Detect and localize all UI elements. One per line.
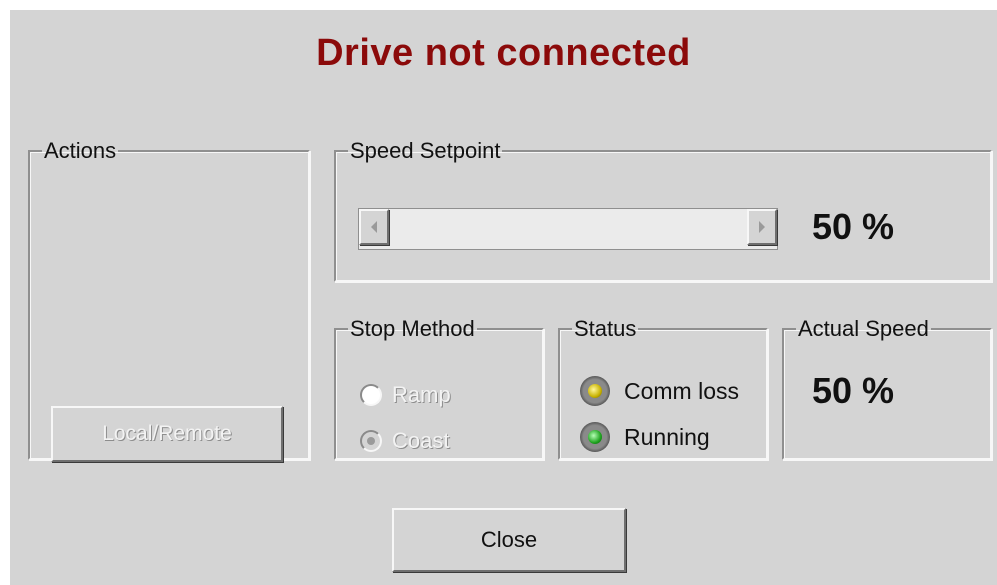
speed-setpoint-group: Speed Setpoint 50 % <box>334 140 992 282</box>
status-group: Status Comm loss Running <box>558 318 768 460</box>
speed-setpoint-legend: Speed Setpoint <box>350 138 501 163</box>
drive-dialog: Drive not connected Actions Local/Remote… <box>10 10 997 585</box>
radio-ramp[interactable]: Ramp <box>360 382 451 408</box>
actual-speed-legend: Actual Speed <box>798 316 929 341</box>
status-running: Running <box>580 422 710 452</box>
radio-ramp-label: Ramp <box>392 382 451 407</box>
radio-coast-circle <box>360 430 382 452</box>
green-indicator-icon <box>580 422 610 452</box>
status-running-label: Running <box>624 423 710 450</box>
stop-method-legend: Stop Method <box>350 316 475 341</box>
local-remote-button[interactable]: Local/Remote <box>51 406 283 462</box>
close-button[interactable]: Close <box>392 508 626 572</box>
speed-setpoint-value: 50 % <box>812 206 895 247</box>
stop-method-group: Stop Method Ramp Coast <box>334 318 544 460</box>
page-title: Drive not connected <box>316 32 691 74</box>
actual-speed-value: 50 % <box>812 370 895 411</box>
actions-group: Actions Local/Remote <box>28 138 310 462</box>
status-comm-loss: Comm loss <box>580 376 739 406</box>
speed-scrollbar[interactable] <box>358 208 778 250</box>
status-legend: Status <box>574 316 637 341</box>
local-remote-label: Local/Remote <box>102 422 232 445</box>
yellow-indicator-icon <box>580 376 610 406</box>
actual-speed-group: Actual Speed 50 % <box>782 318 992 460</box>
status-comm-loss-label: Comm loss <box>624 377 740 404</box>
triangle-right-icon <box>759 221 765 233</box>
radio-coast[interactable]: Coast <box>360 428 449 454</box>
triangle-left-icon <box>371 221 377 233</box>
close-button-label: Close <box>480 527 538 552</box>
scroll-right-button[interactable] <box>747 209 777 245</box>
radio-coast-label: Coast <box>392 428 450 453</box>
actions-legend: Actions <box>44 138 117 163</box>
radio-ramp-circle <box>360 384 382 406</box>
scroll-left-button[interactable] <box>359 209 389 245</box>
